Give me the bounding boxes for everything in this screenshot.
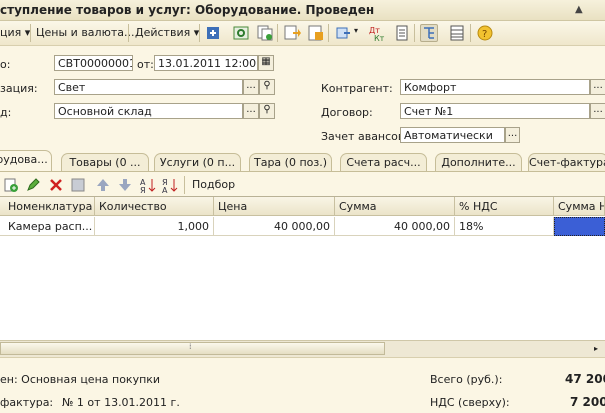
tab-additional[interactable]: Дополните... — [435, 153, 522, 171]
move-down-icon[interactable] — [116, 176, 134, 194]
price-type-link[interactable]: ен: Основная цена покупки — [0, 373, 160, 386]
toolbar-separator — [128, 24, 129, 42]
advance-select-button[interactable]: ... — [505, 127, 520, 143]
dt-kt-icon[interactable]: Дт Кт — [368, 24, 386, 43]
tab-goods[interactable]: Товары (0 ... — [61, 153, 149, 171]
invoice-link[interactable]: № 1 от 13.01.2011 г. — [62, 396, 180, 409]
number-field[interactable]: СВТ00000001 — [54, 55, 133, 71]
warehouse-label: д: — [0, 106, 12, 119]
magnifier-icon[interactable]: ⚲ — [259, 79, 275, 95]
move-up-icon[interactable] — [94, 176, 112, 194]
magnifier-icon[interactable]: ⚲ — [259, 103, 275, 119]
organization-label: зация: — [0, 82, 38, 95]
calendar-icon[interactable]: ▦ — [258, 55, 274, 71]
edit-icon[interactable] — [24, 176, 42, 194]
operation-menu[interactable]: ция ▾ — [0, 25, 30, 41]
cell-vat-rate[interactable]: 18% — [455, 217, 554, 236]
toolbar-separator — [30, 24, 31, 42]
cell-vat-sum[interactable] — [554, 217, 605, 236]
invoice-label: фактура: — [0, 396, 54, 409]
column-header-vat-rate[interactable]: % НДС — [455, 197, 554, 216]
contract-field[interactable]: Счет №1 — [400, 103, 590, 119]
tab-packaging[interactable]: Тара (0 поз.) — [249, 153, 332, 171]
add-row-icon[interactable] — [2, 176, 20, 194]
actions-menu[interactable]: Действия ▾ — [135, 25, 199, 41]
toolbar-separator — [470, 24, 471, 42]
vat-value: 7 200, — [570, 395, 605, 409]
number-label: о: — [0, 58, 11, 71]
svg-text:Я: Я — [140, 186, 146, 194]
svg-text:А: А — [162, 186, 168, 194]
tab-services[interactable]: Услуги (0 п... — [154, 153, 241, 171]
advance-label: Зачет авансов: — [321, 130, 409, 143]
help-icon[interactable]: ? — [476, 24, 494, 42]
save-icon[interactable] — [283, 24, 301, 42]
warehouse-select-button[interactable]: ... — [243, 103, 259, 119]
contract-label: Договор: — [321, 106, 373, 119]
goods-table: Номенклатура Количество Цена Сумма % НДС… — [0, 196, 605, 357]
toolbar-separator — [414, 24, 415, 42]
scrollbar-thumb[interactable]: ⁞ — [0, 342, 385, 355]
sort-asc-icon[interactable]: АЯ — [139, 176, 157, 195]
column-header-nomenclature[interactable]: Номенклатура — [0, 197, 95, 216]
delete-icon[interactable] — [47, 176, 65, 194]
tab-invoice[interactable]: Счет-фактура — [528, 153, 605, 171]
go-icon[interactable]: ▾ — [335, 24, 358, 42]
total-value: 47 200, — [565, 372, 605, 386]
date-label: от: — [137, 58, 154, 71]
cell-quantity[interactable]: 1,000 — [95, 217, 214, 236]
end-edit-icon[interactable] — [69, 176, 87, 194]
toolbar-separator — [199, 24, 200, 42]
cell-price[interactable]: 40 000,00 — [214, 217, 335, 236]
tab-equipment[interactable]: рудова... — [0, 150, 52, 172]
vat-label: НДС (сверху): — [430, 396, 510, 409]
prices-currency-button[interactable]: Цены и валюта... — [36, 25, 134, 41]
window-titlebar: ступление товаров и услуг: Оборудование.… — [0, 0, 605, 21]
refresh-icon[interactable] — [232, 24, 250, 42]
scroll-right-icon[interactable]: ▸ — [588, 342, 604, 355]
structure-icon[interactable] — [420, 24, 438, 42]
sort-desc-icon[interactable]: ЯА — [161, 176, 179, 195]
tab-bar: рудова... Товары (0 ... Услуги (0 п... Т… — [0, 150, 605, 172]
cell-sum[interactable]: 40 000,00 — [335, 217, 455, 236]
svg-text:Кт: Кт — [374, 34, 385, 42]
document-footer: ен: Основная цена покупки фактура: № 1 о… — [0, 357, 605, 413]
copy-icon[interactable] — [256, 24, 274, 42]
column-header-vat-sum[interactable]: Сумма Н — [554, 197, 605, 216]
advance-field[interactable]: Автоматически — [400, 127, 505, 143]
post-icon[interactable] — [204, 24, 222, 42]
title-arrow-icon[interactable]: ▲ — [575, 4, 583, 15]
total-label: Всего (руб.): — [430, 373, 503, 386]
column-header-sum[interactable]: Сумма — [335, 197, 455, 216]
organization-field[interactable]: Свет — [54, 79, 243, 95]
warehouse-field[interactable]: Основной склад — [54, 103, 243, 119]
date-field[interactable]: 13.01.2011 12:00:00 — [154, 55, 258, 71]
toolbar-separator — [184, 176, 185, 194]
selection-button[interactable]: Подбор — [192, 177, 235, 193]
column-header-quantity[interactable]: Количество — [95, 197, 214, 216]
contract-select-button[interactable]: ... — [590, 103, 605, 119]
report-icon[interactable] — [393, 24, 411, 42]
window-title: ступление товаров и услуг: Оборудование.… — [0, 3, 375, 17]
columns-icon[interactable] — [448, 24, 466, 42]
svg-text:?: ? — [482, 29, 487, 40]
cell-nomenclature[interactable]: Камера расп... — [0, 217, 95, 236]
counterparty-select-button[interactable]: ... — [590, 79, 605, 95]
toolbar-separator — [277, 24, 278, 42]
main-toolbar: ция ▾ Цены и валюта... Действия ▾ ▾ Дт Кт… — [0, 21, 605, 46]
counterparty-label: Контрагент: — [321, 82, 393, 95]
print-icon[interactable] — [306, 24, 324, 42]
grid-toolbar: АЯ ЯА Подбор — [0, 173, 605, 195]
tab-divider — [0, 171, 605, 172]
column-header-price[interactable]: Цена — [214, 197, 335, 216]
counterparty-field[interactable]: Комфорт — [400, 79, 590, 95]
organization-select-button[interactable]: ... — [243, 79, 259, 95]
horizontal-scrollbar[interactable]: ⁞ ▸ — [0, 340, 605, 357]
toolbar-separator — [328, 24, 329, 42]
tab-accounts[interactable]: Счета расч... — [340, 153, 427, 171]
